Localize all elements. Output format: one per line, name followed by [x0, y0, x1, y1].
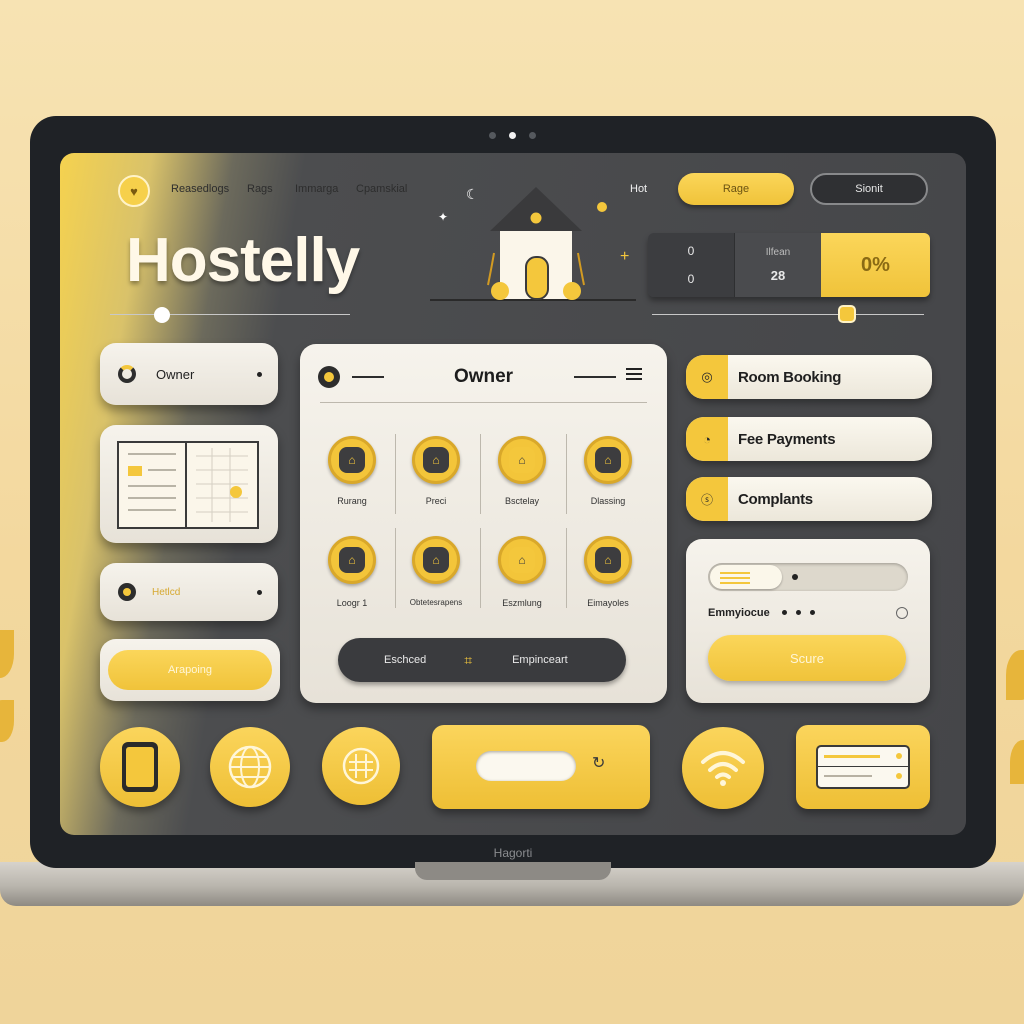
plant-left-2	[0, 700, 14, 742]
employee-panel: Emmyiocue Scure	[686, 539, 930, 703]
clock-icon: ◎	[686, 355, 728, 399]
complaints-label: Complants	[738, 490, 813, 508]
owner-panel-footer[interactable]: Eschced ⌗ Empinceart	[338, 638, 626, 682]
app-screen: ♥ Reasedlogs Rags Immarga Cpamskial Hot …	[60, 153, 966, 835]
laptop: ♥ Reasedlogs Rags Immarga Cpamskial Hot …	[30, 116, 996, 868]
list-widget[interactable]	[796, 725, 930, 809]
arapoing-wrapper: Arapoing	[100, 639, 280, 701]
room-booking-button[interactable]: ◎ Room Booking	[686, 355, 932, 399]
home-icon: ⌂	[412, 436, 460, 484]
stat-percent: 0%	[861, 253, 890, 276]
plant-right-2	[1010, 740, 1024, 784]
fee-payments-label: Fee Payments	[738, 430, 836, 448]
home-icon: ⌂	[412, 536, 460, 584]
svg-text:+: +	[620, 248, 629, 265]
owner-button[interactable]: Owner	[100, 343, 278, 405]
fee-payments-button[interactable]: ◔ Fee Payments	[686, 417, 932, 461]
more-dots-icon[interactable]	[782, 610, 815, 615]
nav-link-rags[interactable]: Rags	[247, 183, 273, 195]
ledger-card[interactable]	[100, 425, 278, 543]
heart-icon[interactable]: ♥	[118, 175, 150, 207]
grid-item-dlassing[interactable]: ⌂ Dlassing	[568, 436, 648, 506]
search-widget[interactable]: ↻	[432, 725, 650, 809]
divider	[652, 314, 924, 315]
stat-value: 0	[687, 272, 695, 286]
house-icon: ✦ ☾ +	[430, 186, 636, 301]
nav-link-reasedlogs[interactable]: Reasedlogs	[171, 183, 229, 195]
room-booking-label: Room Booking	[738, 368, 842, 386]
camera-dot	[489, 132, 496, 139]
globe-icon[interactable]	[210, 727, 290, 807]
menu-icon[interactable]	[626, 368, 642, 380]
stat-label: Ilfean	[765, 247, 791, 258]
book-icon	[117, 441, 259, 529]
home-icon: ⌂	[498, 436, 546, 484]
grid-item-preci[interactable]: ⌂ Preci	[396, 436, 476, 506]
svg-text:✦: ✦	[438, 210, 448, 224]
crop-icon[interactable]: ⌗	[464, 652, 472, 669]
grid-item-bsctelay[interactable]: ⌂ Bsctelay	[482, 436, 562, 506]
grid-item-loogr[interactable]: ⌂ Loogr 1	[312, 536, 392, 608]
refresh-icon[interactable]: ↻	[592, 753, 605, 773]
camera-dot	[529, 132, 536, 139]
footer-right-label[interactable]: Empinceart	[512, 654, 568, 666]
divider	[110, 314, 350, 315]
hetlcd-button[interactable]: Hetlcd	[100, 563, 278, 621]
radio-icon	[118, 583, 136, 601]
employee-label: Emmyiocue	[708, 607, 770, 619]
sionit-button[interactable]: Sionit	[810, 173, 928, 205]
arapoing-button[interactable]: Arapoing	[108, 650, 272, 690]
radio-icon[interactable]	[896, 607, 908, 619]
grid-item-obtetesrapens[interactable]: ⌂ Obtetesrapens	[396, 536, 476, 607]
grid-item-rurang[interactable]: ⌂ Rurang	[312, 436, 392, 506]
stat-value: 0	[687, 244, 695, 258]
home-icon: ⌂	[584, 536, 632, 584]
home-icon: ⌂	[584, 436, 632, 484]
plant-left	[0, 630, 14, 678]
home-icon: ⌂	[498, 536, 546, 584]
grid-item-eszmlung[interactable]: ⌂ Eszmlung	[482, 536, 562, 608]
search-input[interactable]	[476, 751, 576, 781]
score-button[interactable]: Scure	[708, 635, 906, 681]
home-icon: ⌂	[328, 436, 376, 484]
plant-right	[1006, 650, 1024, 700]
svg-text:☾: ☾	[466, 186, 479, 202]
owner-label: Owner	[156, 366, 195, 382]
nav-link-cpamskial[interactable]: Cpamskial	[356, 183, 407, 195]
nav-link-immarga[interactable]: Immarga	[295, 183, 338, 195]
rage-button[interactable]: Rage	[678, 173, 794, 205]
stat-value: 28	[770, 268, 786, 283]
coin-icon: ⓢ	[686, 477, 728, 521]
hetlcd-label: Hetlcd	[152, 586, 181, 598]
laptop-brand: Hagorti	[493, 846, 533, 860]
chat-icon: ◔	[686, 417, 728, 461]
footer-left-label[interactable]: Eschced	[384, 654, 426, 666]
page-title: Hostelly	[126, 226, 360, 295]
tablet-icon[interactable]	[100, 727, 180, 807]
slider-handle[interactable]	[838, 305, 856, 323]
owner-panel: Owner ⌂ Rurang ⌂ Preci ⌂ Bsctelay ⌂ Dlas…	[300, 344, 667, 703]
camera-icon	[509, 132, 516, 139]
complaints-button[interactable]: ⓢ Complants	[686, 477, 932, 521]
coin-icon[interactable]	[322, 727, 400, 805]
laptop-notch	[415, 862, 611, 880]
slider-handle[interactable]	[154, 307, 170, 323]
grid-item-eimayoles[interactable]: ⌂ Eimayoles	[568, 536, 648, 608]
owner-icon	[118, 365, 136, 383]
stats-panel: 0 0 Ilfean 28 0%	[648, 233, 930, 297]
wifi-icon[interactable]	[682, 727, 764, 809]
home-icon: ⌂	[328, 536, 376, 584]
toggle-input[interactable]	[708, 563, 908, 591]
